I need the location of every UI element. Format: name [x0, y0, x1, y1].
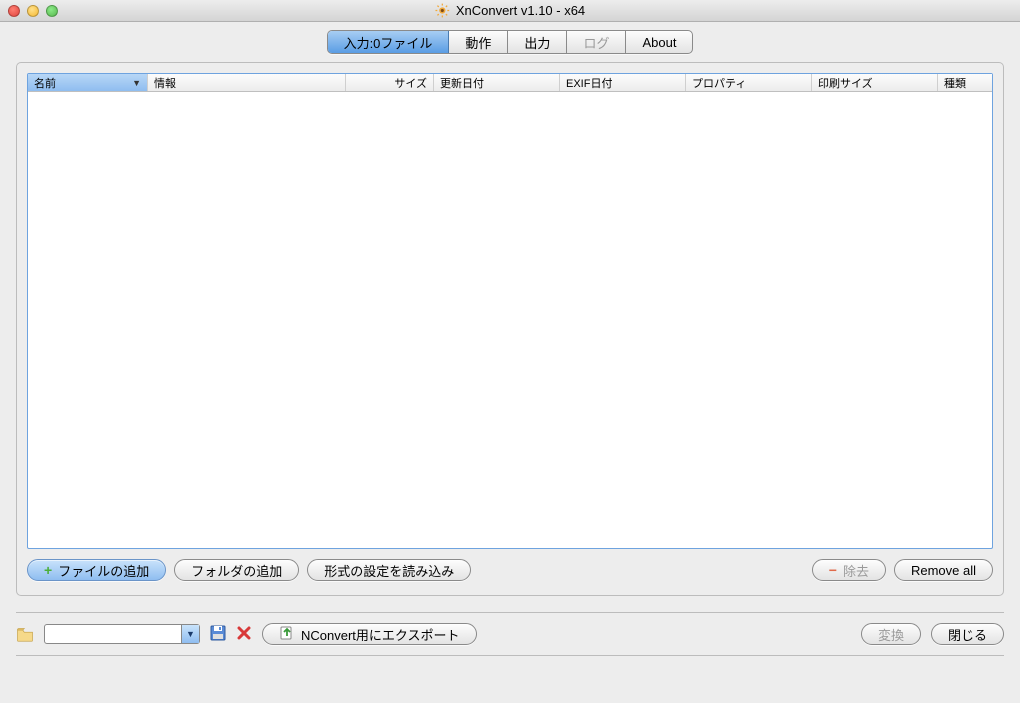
minus-icon: − [829, 563, 837, 577]
col-name-label: 名前 [34, 75, 56, 91]
convert-button[interactable]: 変換 [861, 623, 921, 645]
col-size[interactable]: サイズ [346, 74, 434, 91]
segmented-control: 入力:0ファイル 動作 出力 ログ About [327, 30, 694, 54]
export-nconvert-button[interactable]: NConvert用にエクスポート [262, 623, 477, 645]
minimize-window-icon[interactable] [27, 5, 39, 17]
folder-icon[interactable] [16, 627, 34, 642]
close-button[interactable]: 閉じる [931, 623, 1004, 645]
file-buttons-row: + ファイルの追加 フォルダの追加 形式の設定を読み込み − 除去 Remove… [27, 559, 993, 581]
app-icon [435, 3, 450, 18]
col-name[interactable]: 名前 ▼ [28, 74, 148, 91]
export-label: NConvert用にエクスポート [301, 625, 460, 644]
tab-about[interactable]: About [626, 31, 692, 53]
col-type[interactable]: 種類 [938, 74, 992, 91]
bottom-right-group: 変換 閉じる [861, 623, 1004, 645]
add-folder-button[interactable]: フォルダの追加 [174, 559, 299, 581]
add-folder-label: フォルダの追加 [191, 561, 282, 580]
file-table[interactable]: 名前 ▼ 情報 サイズ 更新日付 EXIF日付 プロパティ 印刷サイズ 種類 [27, 73, 993, 549]
titlebar: XnConvert v1.10 - x64 [0, 0, 1020, 22]
delete-icon[interactable] [236, 625, 252, 644]
col-info[interactable]: 情報 [148, 74, 346, 91]
window-title: XnConvert v1.10 - x64 [456, 3, 585, 18]
zoom-window-icon[interactable] [46, 5, 58, 17]
add-file-label: ファイルの追加 [58, 561, 149, 580]
input-panel: 名前 ▼ 情報 サイズ 更新日付 EXIF日付 プロパティ 印刷サイズ 種類 +… [16, 62, 1004, 596]
close-label: 閉じる [948, 625, 987, 644]
preset-dropdown[interactable]: ▼ [44, 624, 200, 644]
table-header: 名前 ▼ 情報 サイズ 更新日付 EXIF日付 プロパティ 印刷サイズ 種類 [28, 74, 992, 92]
tab-log[interactable]: ログ [567, 31, 626, 53]
window-title-group: XnConvert v1.10 - x64 [435, 3, 585, 18]
save-icon[interactable] [210, 625, 226, 644]
tab-bar: 入力:0ファイル 動作 出力 ログ About [0, 22, 1020, 62]
remove-label: 除去 [843, 561, 869, 580]
bottom-bar: ▼ NConvert用にエクスポート 変換 閉じる [16, 612, 1004, 656]
col-modified[interactable]: 更新日付 [434, 74, 560, 91]
remove-button[interactable]: − 除去 [812, 559, 886, 581]
window-controls [8, 5, 58, 17]
dropdown-arrow-icon[interactable]: ▼ [181, 625, 199, 643]
export-icon [279, 625, 295, 644]
add-file-button[interactable]: + ファイルの追加 [27, 559, 166, 581]
col-exif[interactable]: EXIF日付 [560, 74, 686, 91]
col-property[interactable]: プロパティ [686, 74, 812, 91]
bottom-left-group: ▼ NConvert用にエクスポート [16, 623, 477, 645]
tab-input[interactable]: 入力:0ファイル [328, 31, 450, 53]
col-print[interactable]: 印刷サイズ [812, 74, 938, 91]
remove-all-label: Remove all [911, 563, 976, 578]
close-window-icon[interactable] [8, 5, 20, 17]
remove-all-button[interactable]: Remove all [894, 559, 993, 581]
convert-label: 変換 [878, 625, 904, 644]
tab-output[interactable]: 出力 [508, 31, 567, 53]
tab-action[interactable]: 動作 [449, 31, 508, 53]
sort-desc-icon: ▼ [132, 78, 141, 88]
plus-icon: + [44, 563, 52, 577]
load-format-button[interactable]: 形式の設定を読み込み [307, 559, 471, 581]
load-format-label: 形式の設定を読み込み [324, 561, 454, 580]
